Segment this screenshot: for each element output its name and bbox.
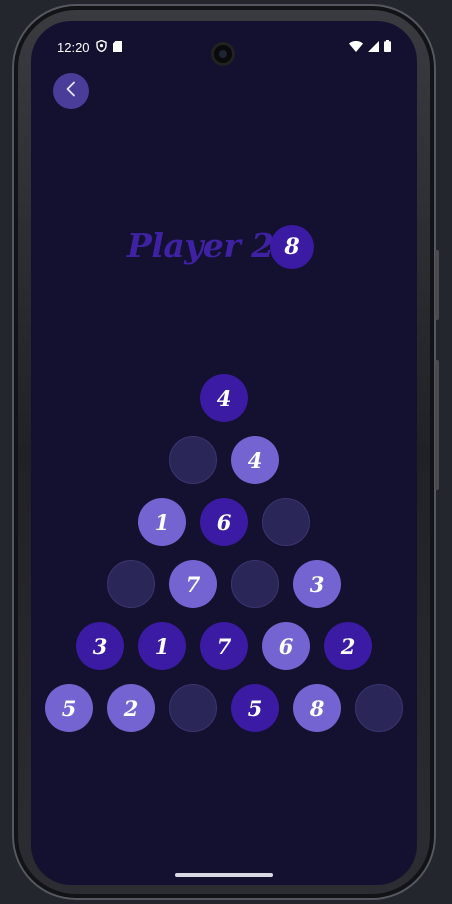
pyramid-number-ball[interactable]: 1 xyxy=(138,498,186,546)
home-indicator[interactable] xyxy=(175,873,273,877)
pyramid-number-ball[interactable]: 7 xyxy=(169,560,217,608)
pyramid-empty-slot[interactable] xyxy=(107,560,155,608)
pyramid-number-ball[interactable]: 3 xyxy=(293,560,341,608)
pyramid-number-ball[interactable]: 1 xyxy=(138,622,186,670)
pyramid-number-ball[interactable]: 6 xyxy=(262,622,310,670)
app-screen: 12:20 Player 2 8 4 4 1 6 7 3 3 1 7 6 2 5… xyxy=(31,21,417,885)
number-pyramid: 441673317625258 xyxy=(31,21,417,885)
pyramid-empty-slot[interactable] xyxy=(169,436,217,484)
pyramid-number-ball[interactable]: 2 xyxy=(107,684,155,732)
pyramid-number-ball[interactable]: 8 xyxy=(293,684,341,732)
pyramid-empty-slot[interactable] xyxy=(231,560,279,608)
pyramid-number-ball[interactable]: 4 xyxy=(200,374,248,422)
pyramid-number-ball[interactable]: 5 xyxy=(45,684,93,732)
pyramid-number-ball[interactable]: 2 xyxy=(324,622,372,670)
pyramid-number-ball[interactable]: 5 xyxy=(231,684,279,732)
pyramid-empty-slot[interactable] xyxy=(169,684,217,732)
pyramid-number-ball[interactable]: 7 xyxy=(200,622,248,670)
pyramid-number-ball[interactable]: 3 xyxy=(76,622,124,670)
pyramid-number-ball[interactable]: 6 xyxy=(200,498,248,546)
volume-button xyxy=(435,250,439,320)
pyramid-number-ball[interactable]: 4 xyxy=(231,436,279,484)
power-button xyxy=(435,360,439,490)
pyramid-empty-slot[interactable] xyxy=(355,684,403,732)
pyramid-empty-slot[interactable] xyxy=(262,498,310,546)
